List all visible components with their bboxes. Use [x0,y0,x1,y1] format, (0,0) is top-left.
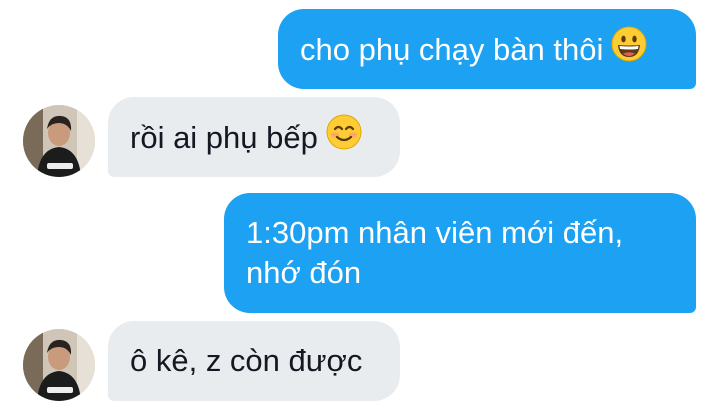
message-text: ô kê, z còn được [130,343,363,378]
sent-message-bubble[interactable]: 1:30pm nhân viên mới đến, nhớ đón [224,193,696,313]
message-text: cho phụ chạy bàn thôi [300,32,604,68]
message-text: rồi ai phụ bếp [130,120,318,156]
grinning-face-emoji-icon [611,26,647,72]
contact-avatar[interactable] [23,329,95,401]
sent-message-bubble[interactable]: cho phụ chạy bàn thôi [278,9,696,89]
message-text: 1:30pm nhân viên mới đến, nhớ đón [246,215,624,290]
received-message-bubble[interactable]: rồi ai phụ bếp [108,97,400,177]
received-message-bubble[interactable]: ô kê, z còn được [108,321,400,401]
contact-avatar[interactable] [23,105,95,177]
smiling-face-emoji-icon [326,114,362,160]
